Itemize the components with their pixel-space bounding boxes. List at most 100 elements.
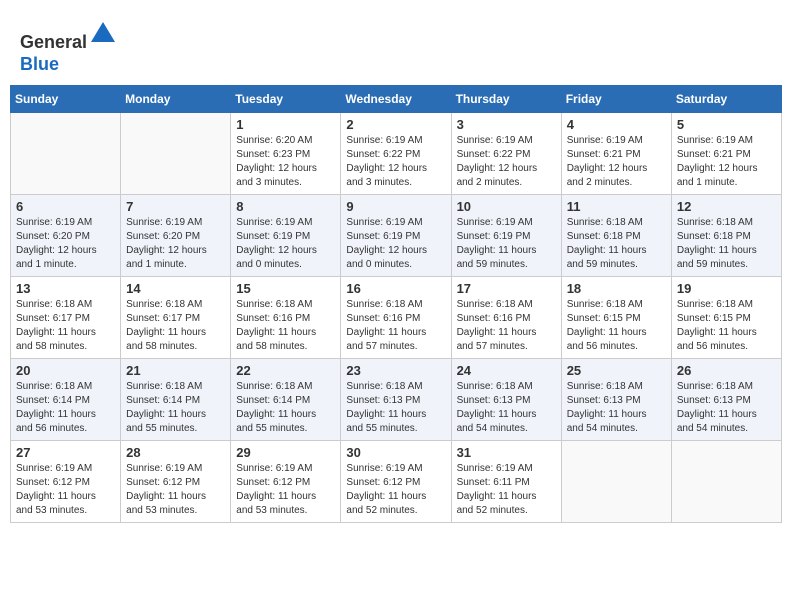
calendar-day-cell: 27 Sunrise: 6:19 AM Sunset: 6:12 PM Dayli… [11, 441, 121, 523]
day-info: Sunrise: 6:19 AM Sunset: 6:21 PM Dayligh… [677, 134, 776, 190]
day-info: Sunrise: 6:18 AM Sunset: 6:15 PM Dayligh… [567, 298, 666, 354]
calendar-day-cell: 11Sunrise: 6:18 AM Sunset: 6:18 PM Dayli… [561, 195, 671, 277]
day-info: Sunrise: 6:18 AM Sunset: 6:17 PM Dayligh… [16, 298, 115, 354]
calendar-header-cell: Tuesday [231, 86, 341, 113]
calendar-day-cell: 14 Sunrise: 6:18 AM Sunset: 6:17 PM Dayli… [121, 277, 231, 359]
logo: General Blue [20, 20, 117, 75]
day-info: Sunrise: 6:18 AM Sunset: 6:16 PM Dayligh… [346, 298, 445, 354]
calendar-day-cell: 29Sunrise: 6:19 AM Sunset: 6:12 PM Dayli… [231, 441, 341, 523]
calendar-day-cell: 19 Sunrise: 6:18 AM Sunset: 6:15 PM Dayli… [671, 277, 781, 359]
logo-general: General [20, 32, 87, 52]
day-number: 5 [677, 117, 776, 132]
calendar-day-cell: 30 Sunrise: 6:19 AM Sunset: 6:12 PM Dayli… [341, 441, 451, 523]
day-number: 23 [346, 363, 445, 378]
calendar-header-row: SundayMondayTuesdayWednesdayThursdayFrid… [11, 86, 782, 113]
day-info: Sunrise: 6:18 AM Sunset: 6:14 PM Dayligh… [236, 380, 335, 436]
day-number: 19 [677, 281, 776, 296]
calendar-day-cell: 20Sunrise: 6:18 AM Sunset: 6:14 PM Dayli… [11, 359, 121, 441]
day-info: Sunrise: 6:18 AM Sunset: 6:18 PM Dayligh… [677, 216, 776, 272]
day-info: Sunrise: 6:19 AM Sunset: 6:21 PM Dayligh… [567, 134, 666, 190]
day-info: Sunrise: 6:19 AM Sunset: 6:11 PM Dayligh… [457, 462, 556, 518]
calendar-day-cell [561, 441, 671, 523]
day-info: Sunrise: 6:19 AM Sunset: 6:20 PM Dayligh… [16, 216, 115, 272]
calendar-week-row: 1 Sunrise: 6:20 AM Sunset: 6:23 PM Daylig… [11, 113, 782, 195]
day-info: Sunrise: 6:18 AM Sunset: 6:17 PM Dayligh… [126, 298, 225, 354]
calendar-header-cell: Wednesday [341, 86, 451, 113]
day-number: 1 [236, 117, 335, 132]
calendar-day-cell: 31 Sunrise: 6:19 AM Sunset: 6:11 PM Dayli… [451, 441, 561, 523]
calendar-day-cell: 28Sunrise: 6:19 AM Sunset: 6:12 PM Dayli… [121, 441, 231, 523]
calendar-day-cell: 4 Sunrise: 6:19 AM Sunset: 6:21 PM Daylig… [561, 113, 671, 195]
day-info: Sunrise: 6:18 AM Sunset: 6:13 PM Dayligh… [677, 380, 776, 436]
calendar-header-cell: Thursday [451, 86, 561, 113]
calendar-day-cell: 6 Sunrise: 6:19 AM Sunset: 6:20 PM Daylig… [11, 195, 121, 277]
day-number: 4 [567, 117, 666, 132]
day-info: Sunrise: 6:18 AM Sunset: 6:13 PM Dayligh… [346, 380, 445, 436]
day-number: 9 [346, 199, 445, 214]
day-number: 26 [677, 363, 776, 378]
calendar-day-cell: 26 Sunrise: 6:18 AM Sunset: 6:13 PM Dayli… [671, 359, 781, 441]
logo-icon [89, 20, 117, 48]
day-info: Sunrise: 6:18 AM Sunset: 6:15 PM Dayligh… [677, 298, 776, 354]
day-number: 30 [346, 445, 445, 460]
day-number: 21 [126, 363, 225, 378]
calendar-table: SundayMondayTuesdayWednesdayThursdayFrid… [10, 85, 782, 523]
day-info: Sunrise: 6:19 AM Sunset: 6:22 PM Dayligh… [346, 134, 445, 190]
calendar-day-cell: 2 Sunrise: 6:19 AM Sunset: 6:22 PM Daylig… [341, 113, 451, 195]
day-number: 20 [16, 363, 115, 378]
day-number: 18 [567, 281, 666, 296]
calendar-header-cell: Friday [561, 86, 671, 113]
day-number: 17 [457, 281, 556, 296]
calendar-week-row: 6 Sunrise: 6:19 AM Sunset: 6:20 PM Daylig… [11, 195, 782, 277]
day-number: 25 [567, 363, 666, 378]
day-number: 15 [236, 281, 335, 296]
calendar-header-cell: Saturday [671, 86, 781, 113]
day-number: 16 [346, 281, 445, 296]
calendar-day-cell: 8 Sunrise: 6:19 AM Sunset: 6:19 PM Daylig… [231, 195, 341, 277]
calendar-day-cell: 12 Sunrise: 6:18 AM Sunset: 6:18 PM Dayli… [671, 195, 781, 277]
calendar-day-cell: 18 Sunrise: 6:18 AM Sunset: 6:15 PM Dayli… [561, 277, 671, 359]
calendar-day-cell: 9 Sunrise: 6:19 AM Sunset: 6:19 PM Daylig… [341, 195, 451, 277]
day-number: 7 [126, 199, 225, 214]
calendar-day-cell: 16 Sunrise: 6:18 AM Sunset: 6:16 PM Dayli… [341, 277, 451, 359]
calendar-day-cell: 7Sunrise: 6:19 AM Sunset: 6:20 PM Daylig… [121, 195, 231, 277]
day-info: Sunrise: 6:19 AM Sunset: 6:12 PM Dayligh… [346, 462, 445, 518]
day-number: 12 [677, 199, 776, 214]
calendar-day-cell [671, 441, 781, 523]
day-info: Sunrise: 6:19 AM Sunset: 6:19 PM Dayligh… [457, 216, 556, 272]
calendar-day-cell: 24Sunrise: 6:18 AM Sunset: 6:13 PM Dayli… [451, 359, 561, 441]
calendar-week-row: 20 Sunrise: 6:18 AM Sunset: 6:14 PM Dayli… [11, 359, 782, 441]
calendar-week-row: 27 Sunrise: 6:19 AM Sunset: 6:12 PM Dayli… [11, 441, 782, 523]
day-info: Sunrise: 6:19 AM Sunset: 6:19 PM Dayligh… [346, 216, 445, 272]
day-info: Sunrise: 6:18 AM Sunset: 6:16 PM Dayligh… [457, 298, 556, 354]
day-number: 27 [16, 445, 115, 460]
calendar-header-cell: Sunday [11, 86, 121, 113]
calendar-day-cell [121, 113, 231, 195]
day-info: Sunrise: 6:18 AM Sunset: 6:13 PM Dayligh… [457, 380, 556, 436]
calendar-day-cell: 5 Sunrise: 6:19 AM Sunset: 6:21 PM Daylig… [671, 113, 781, 195]
calendar-day-cell [11, 113, 121, 195]
day-number: 14 [126, 281, 225, 296]
day-number: 31 [457, 445, 556, 460]
day-number: 10 [457, 199, 556, 214]
calendar-day-cell: 15Sunrise: 6:18 AM Sunset: 6:16 PM Dayli… [231, 277, 341, 359]
day-number: 11 [567, 199, 666, 214]
day-number: 28 [126, 445, 225, 460]
calendar-day-cell: 23 Sunrise: 6:18 AM Sunset: 6:13 PM Dayli… [341, 359, 451, 441]
calendar-header-cell: Monday [121, 86, 231, 113]
day-number: 8 [236, 199, 335, 214]
day-number: 13 [16, 281, 115, 296]
calendar-day-cell: 22Sunrise: 6:18 AM Sunset: 6:14 PM Dayli… [231, 359, 341, 441]
day-number: 3 [457, 117, 556, 132]
day-number: 6 [16, 199, 115, 214]
calendar-day-cell: 21Sunrise: 6:18 AM Sunset: 6:14 PM Dayli… [121, 359, 231, 441]
day-info: Sunrise: 6:19 AM Sunset: 6:12 PM Dayligh… [16, 462, 115, 518]
calendar-day-cell: 3 Sunrise: 6:19 AM Sunset: 6:22 PM Daylig… [451, 113, 561, 195]
page-header: General Blue [10, 10, 782, 80]
calendar-day-cell: 17 Sunrise: 6:18 AM Sunset: 6:16 PM Dayli… [451, 277, 561, 359]
day-number: 2 [346, 117, 445, 132]
day-info: Sunrise: 6:19 AM Sunset: 6:22 PM Dayligh… [457, 134, 556, 190]
day-info: Sunrise: 6:20 AM Sunset: 6:23 PM Dayligh… [236, 134, 335, 190]
calendar-body: 1 Sunrise: 6:20 AM Sunset: 6:23 PM Daylig… [11, 113, 782, 523]
day-info: Sunrise: 6:19 AM Sunset: 6:19 PM Dayligh… [236, 216, 335, 272]
